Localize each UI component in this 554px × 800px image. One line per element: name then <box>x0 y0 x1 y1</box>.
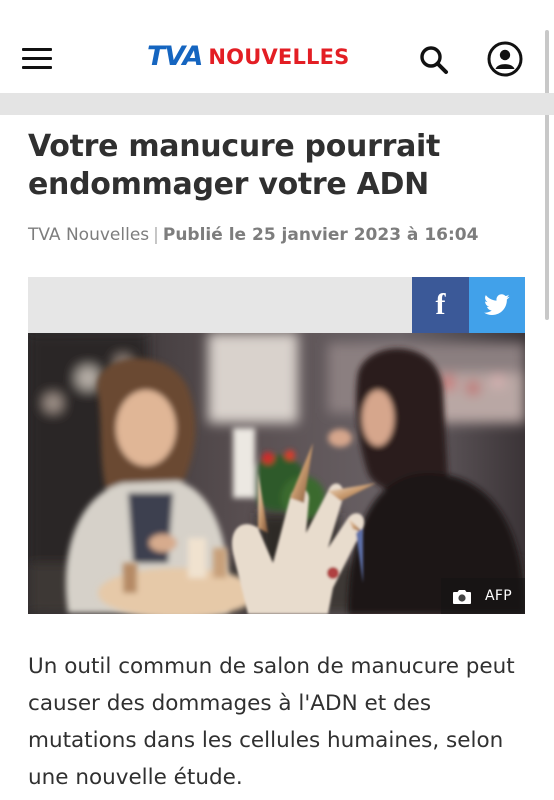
search-icon[interactable] <box>418 44 450 76</box>
camera-icon <box>453 589 471 604</box>
article-lede: Un outil commun de salon de manucure peu… <box>28 654 515 790</box>
header-divider-band <box>0 93 554 115</box>
article-title: Votre manucure pourrait endommager votre… <box>28 129 441 202</box>
article-publish-date: Publié le 25 janvier 2023 à 16:04 <box>162 225 479 245</box>
article-source[interactable]: TVA Nouvelles <box>28 225 149 245</box>
share-bar: f <box>28 277 525 333</box>
article-photo[interactable]: AFP <box>28 333 525 614</box>
facebook-share-button[interactable]: f <box>412 277 469 333</box>
account-icon[interactable] <box>486 40 524 78</box>
photo-credit-text: AFP <box>485 588 512 604</box>
facebook-icon: f <box>435 288 446 321</box>
manicure-salon-photo <box>28 333 525 614</box>
logo-tva-text: TVA <box>147 41 203 72</box>
logo-nouvelles-text: NOUVELLES <box>208 45 350 69</box>
twitter-icon <box>484 294 510 315</box>
article-byline: TVA Nouvelles | Publié le 25 janvier 2023 … <box>28 223 538 247</box>
page-scrollbar[interactable] <box>545 30 549 320</box>
twitter-share-button[interactable] <box>469 277 525 333</box>
hamburger-menu-icon[interactable] <box>22 48 52 70</box>
photo-credit: AFP <box>441 578 525 614</box>
site-logo[interactable]: TVA NOUVELLES <box>147 40 350 74</box>
site-header: TVA NOUVELLES <box>0 0 554 93</box>
byline-separator: | <box>153 225 159 245</box>
